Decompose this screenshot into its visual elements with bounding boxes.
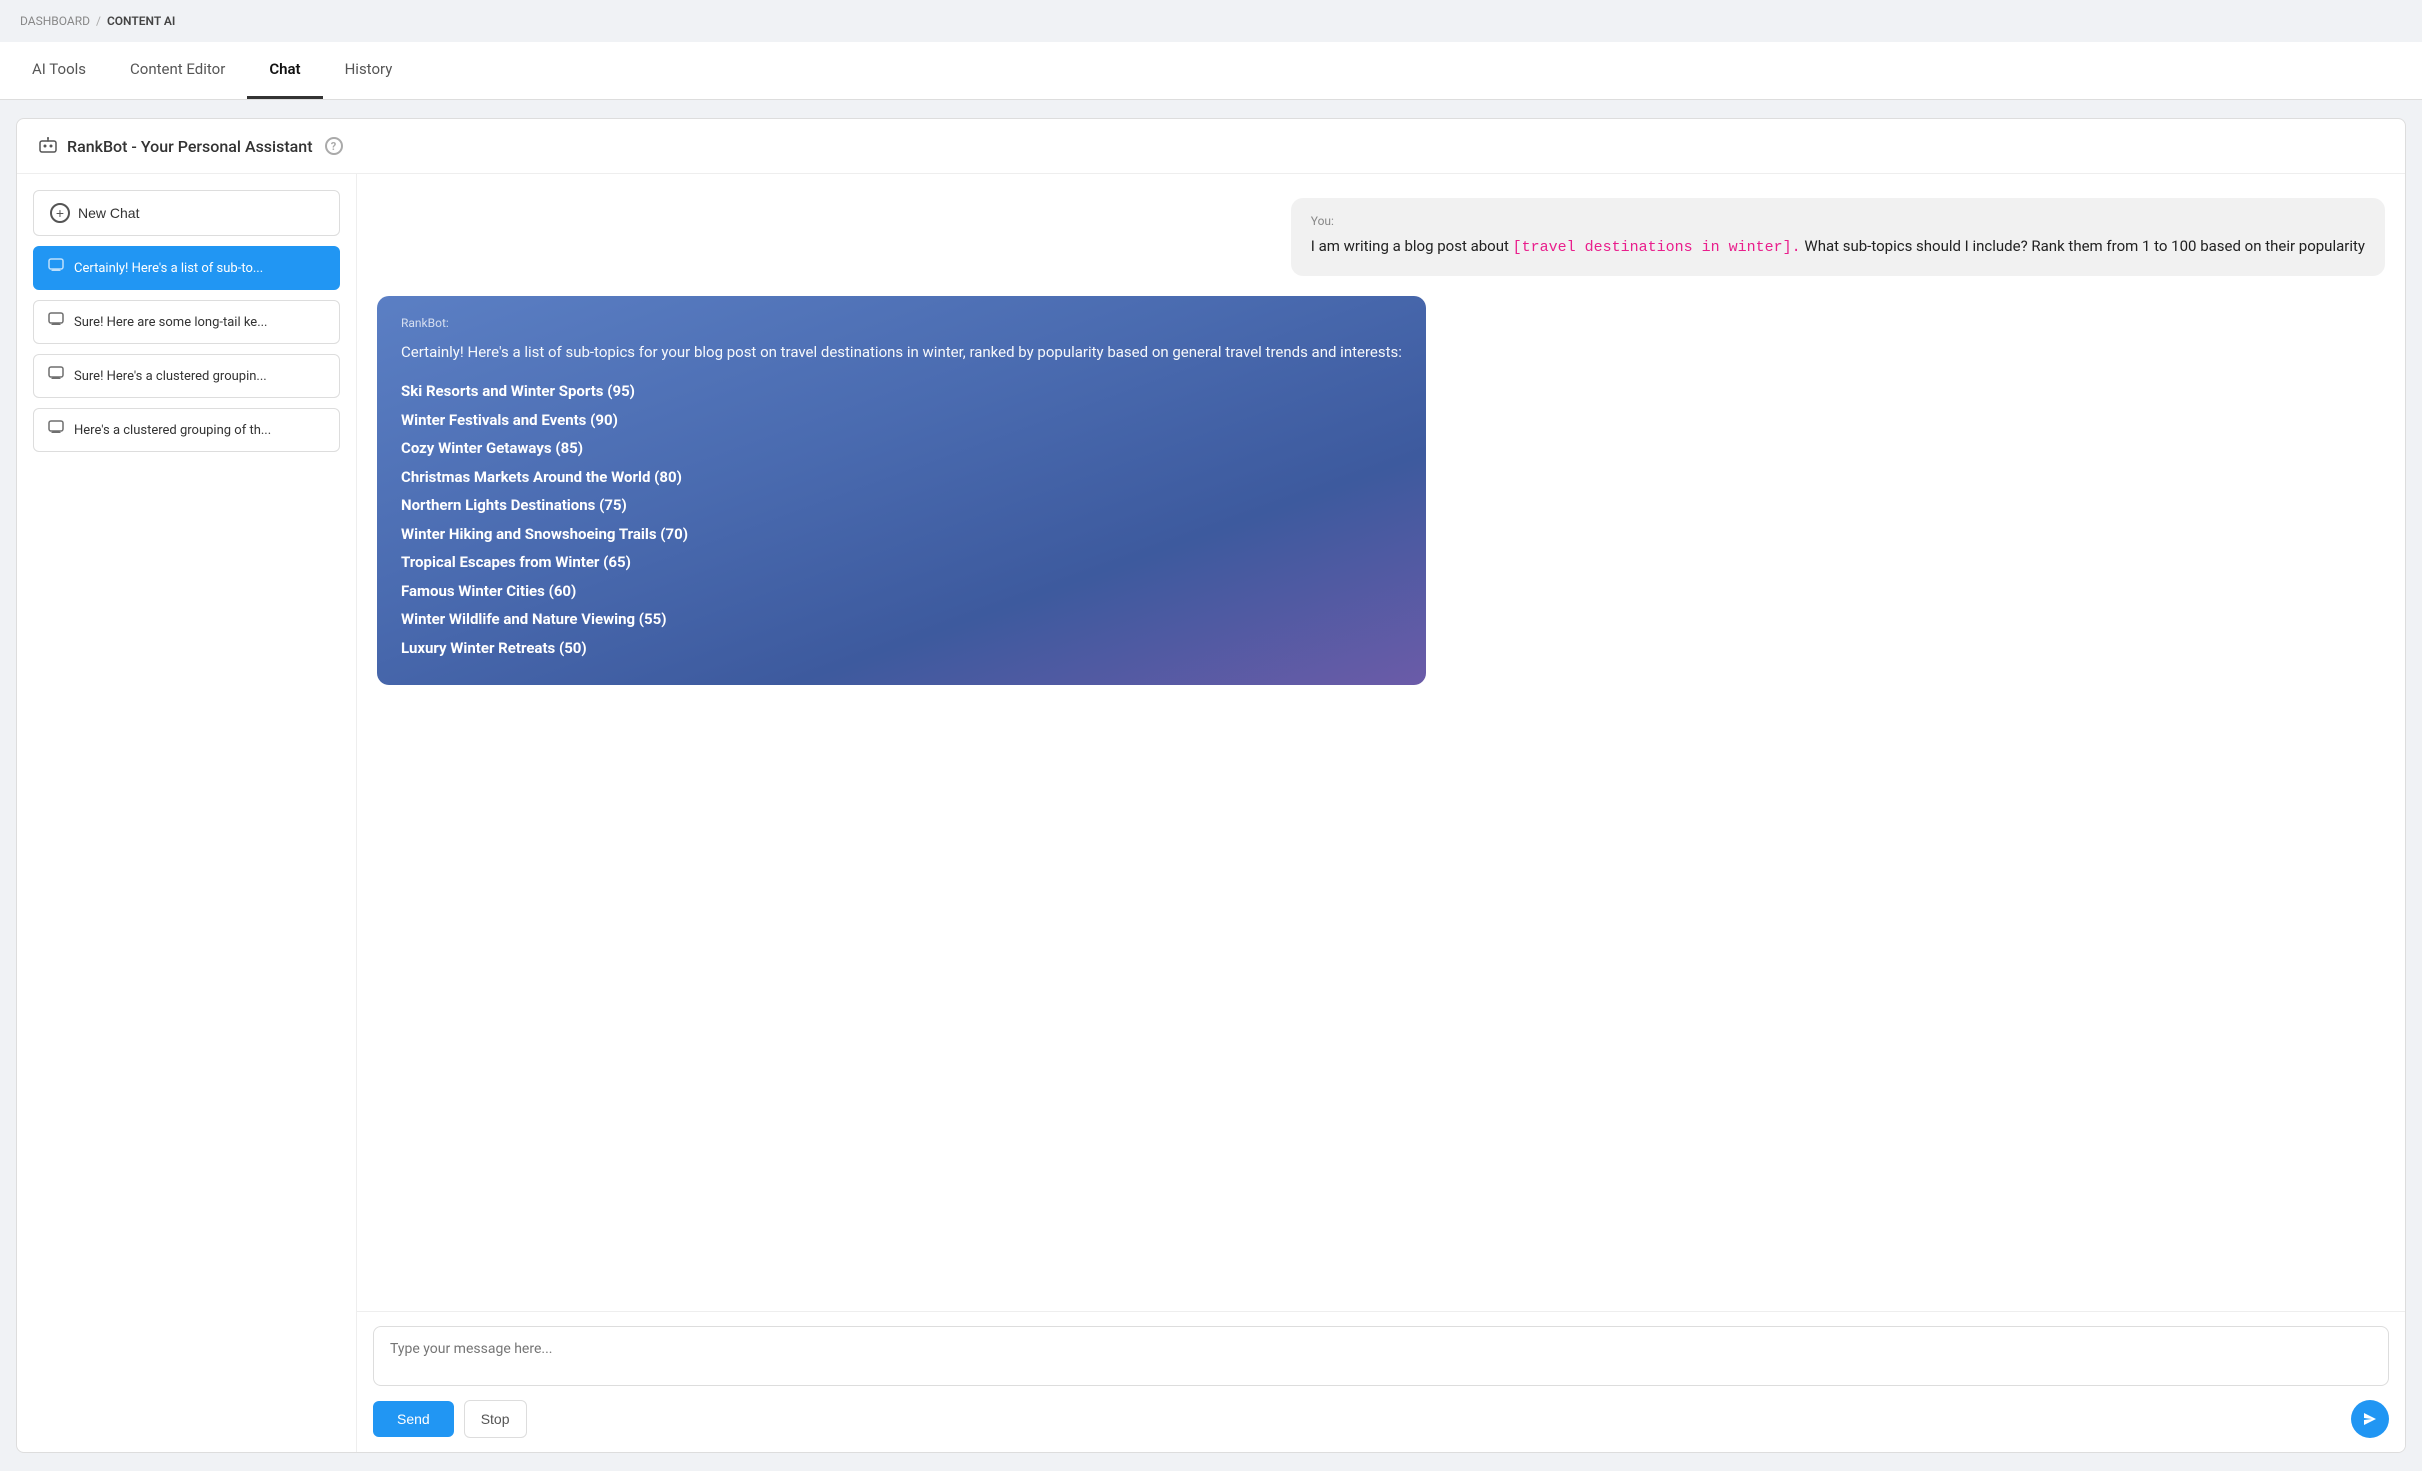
bot-list-item-3: Cozy Winter Getaways (85) bbox=[401, 437, 1402, 460]
chat-item-text-2: Sure! Here are some long-tail ke... bbox=[74, 315, 267, 330]
input-actions: Send Stop bbox=[373, 1400, 2389, 1438]
new-chat-button[interactable]: + New Chat bbox=[33, 190, 340, 236]
user-text-highlight: [travel destinations in winter]. bbox=[1513, 239, 1801, 256]
tab-content-editor[interactable]: Content Editor bbox=[108, 42, 247, 99]
bot-list-item-10: Luxury Winter Retreats (50) bbox=[401, 637, 1402, 660]
bot-list-item-5: Northern Lights Destinations (75) bbox=[401, 494, 1402, 517]
bot-list-item-6: Winter Hiking and Snowshoeing Trails (70… bbox=[401, 523, 1402, 546]
breadcrumb-current: CONTENT AI bbox=[107, 14, 175, 28]
main-container: RankBot - Your Personal Assistant ? + Ne… bbox=[16, 118, 2406, 1453]
send-icon-button[interactable] bbox=[2351, 1400, 2389, 1438]
chat-item-text-4: Here's a clustered grouping of th... bbox=[74, 423, 271, 438]
user-message: You: I am writing a blog post about [tra… bbox=[1291, 198, 2385, 276]
chat-area: You: I am writing a blog post about [tra… bbox=[357, 174, 2405, 1452]
chat-layout: + New Chat Certainly! Here's a list of s… bbox=[17, 174, 2405, 1452]
chat-item-text-1: Certainly! Here's a list of sub-to... bbox=[74, 261, 263, 276]
bot-list-item-2: Winter Festivals and Events (90) bbox=[401, 409, 1402, 432]
chat-history-item-4[interactable]: Here's a clustered grouping of th... bbox=[33, 408, 340, 452]
breadcrumb-separator: / bbox=[96, 14, 101, 28]
help-icon[interactable]: ? bbox=[325, 137, 343, 155]
plus-icon: + bbox=[50, 203, 70, 223]
chat-item-icon-3 bbox=[48, 366, 66, 386]
message-input[interactable] bbox=[373, 1326, 2389, 1386]
breadcrumb-parent[interactable]: DASHBOARD bbox=[20, 14, 90, 28]
stop-button[interactable]: Stop bbox=[464, 1400, 527, 1438]
user-text-suffix: What sub-topics should I include? Rank t… bbox=[1801, 237, 2365, 255]
rankbot-icon bbox=[37, 135, 59, 157]
tab-history[interactable]: History bbox=[323, 42, 415, 99]
tab-ai-tools[interactable]: AI Tools bbox=[10, 42, 108, 99]
bot-list-item-4: Christmas Markets Around the World (80) bbox=[401, 466, 1402, 489]
chat-item-icon-1 bbox=[48, 258, 66, 278]
chat-history-item-3[interactable]: Sure! Here's a clustered groupin... bbox=[33, 354, 340, 398]
bot-list: Ski Resorts and Winter Sports (95) Winter… bbox=[401, 380, 1402, 659]
chat-history-item-1[interactable]: Certainly! Here's a list of sub-to... bbox=[33, 246, 340, 290]
rankbot-header: RankBot - Your Personal Assistant ? bbox=[17, 119, 2405, 174]
breadcrumb: DASHBOARD / CONTENT AI bbox=[0, 0, 2422, 42]
bot-label: RankBot: bbox=[401, 316, 1402, 330]
user-label: You: bbox=[1311, 214, 2365, 228]
send-button[interactable]: Send bbox=[373, 1401, 454, 1437]
rankbot-title: RankBot - Your Personal Assistant bbox=[67, 137, 313, 156]
bot-message: RankBot: Certainly! Here's a list of sub… bbox=[377, 296, 1426, 685]
sidebar: + New Chat Certainly! Here's a list of s… bbox=[17, 174, 357, 1452]
chat-item-icon-4 bbox=[48, 420, 66, 440]
new-chat-label: New Chat bbox=[78, 205, 139, 221]
bot-intro: Certainly! Here's a list of sub-topics f… bbox=[401, 340, 1402, 364]
user-text: I am writing a blog post about [travel d… bbox=[1311, 234, 2365, 260]
bot-list-item-7: Tropical Escapes from Winter (65) bbox=[401, 551, 1402, 574]
tab-chat[interactable]: Chat bbox=[247, 42, 322, 99]
chat-item-icon-2 bbox=[48, 312, 66, 332]
chat-item-text-3: Sure! Here's a clustered groupin... bbox=[74, 369, 267, 384]
chat-messages: You: I am writing a blog post about [tra… bbox=[357, 174, 2405, 1311]
tabs-bar: AI Tools Content Editor Chat History bbox=[0, 42, 2422, 100]
bot-list-item-8: Famous Winter Cities (60) bbox=[401, 580, 1402, 603]
chat-history-item-2[interactable]: Sure! Here are some long-tail ke... bbox=[33, 300, 340, 344]
user-text-prefix: I am writing a blog post about bbox=[1311, 237, 1513, 255]
bot-list-item-9: Winter Wildlife and Nature Viewing (55) bbox=[401, 608, 1402, 631]
input-area: Send Stop bbox=[357, 1311, 2405, 1452]
bot-list-item-1: Ski Resorts and Winter Sports (95) bbox=[401, 380, 1402, 403]
